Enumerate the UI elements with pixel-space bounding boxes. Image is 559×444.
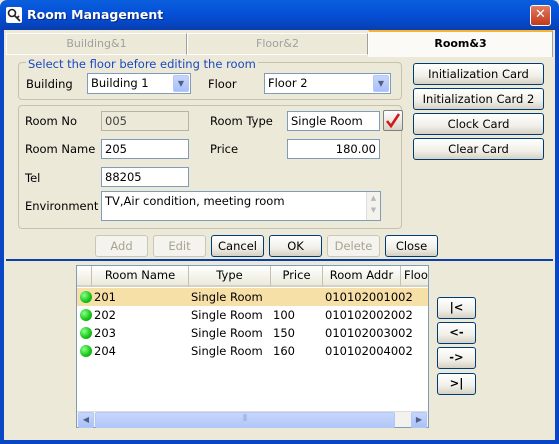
floor-label: Floor <box>208 77 237 91</box>
column-header-price[interactable]: Price <box>271 266 323 287</box>
table-row[interactable]: 204 Single Room 160 010102004002 <box>77 342 428 360</box>
cell-name: 203 <box>94 326 116 340</box>
tab-building[interactable]: Building&1 <box>6 33 187 55</box>
cell-type: Single Room <box>191 344 263 358</box>
floor-group-title: Select the floor before editing the room <box>26 57 258 71</box>
environment-label: Environment <box>25 199 99 213</box>
cell-addr: 010102002002 <box>325 308 413 322</box>
column-header-floor[interactable]: Floo <box>401 266 428 287</box>
column-header-room-addr[interactable]: Room Addr <box>323 266 401 287</box>
tab-floor[interactable]: Floor&2 <box>187 33 368 55</box>
window-frame-left <box>0 30 4 444</box>
window-title: Room Management <box>27 7 164 22</box>
init-card-button[interactable]: Initialization Card <box>413 63 544 85</box>
cell-addr: 010102004002 <box>325 344 413 358</box>
environment-scrollbar[interactable]: ▲ ▼ <box>366 192 380 220</box>
delete-button[interactable]: Delete <box>327 235 380 257</box>
window-frame-bottom <box>0 440 559 444</box>
section-divider <box>6 259 553 261</box>
floor-select[interactable]: Floor 2 ▼ <box>264 73 391 94</box>
ok-button[interactable]: OK <box>269 235 322 257</box>
status-dot-icon <box>80 345 92 357</box>
key-icon <box>6 7 22 23</box>
scroll-thumb[interactable]: ⦀ <box>95 412 395 428</box>
cell-addr: 010102003002 <box>325 326 413 340</box>
tel-field[interactable]: 88205 <box>101 167 189 187</box>
table-row[interactable]: 201 Single Room 010102001002 <box>77 288 428 306</box>
add-button[interactable]: Add <box>95 235 148 257</box>
room-type-picker-button[interactable] <box>383 110 403 131</box>
table-row[interactable]: 202 Single Room 100 010102002002 <box>77 306 428 324</box>
table-header-status <box>77 266 92 287</box>
init-card-2-button[interactable]: Initialization Card 2 <box>413 88 544 110</box>
scroll-left-icon[interactable]: ◀ <box>78 412 94 428</box>
close-button[interactable]: Close <box>385 235 438 257</box>
status-dot-icon <box>80 291 92 303</box>
room-type-field[interactable]: Single Room <box>287 111 380 131</box>
cell-name: 201 <box>94 290 116 304</box>
building-select[interactable]: Building 1 ▼ <box>87 73 191 94</box>
cell-price: 100 <box>273 308 295 322</box>
next-record-button[interactable]: -> <box>437 347 476 369</box>
previous-record-button[interactable]: <- <box>437 322 476 344</box>
building-value: Building 1 <box>91 76 149 90</box>
environment-field[interactable]: TV,Air condition, meeting room ▲ ▼ <box>101 191 381 221</box>
chevron-down-icon[interactable]: ▼ <box>173 75 189 92</box>
cell-type: Single Room <box>191 326 263 340</box>
window-frame-right <box>555 30 559 444</box>
environment-value: TV,Air condition, meeting room <box>105 194 285 208</box>
cell-addr: 010102001002 <box>325 290 413 304</box>
building-label: Building <box>26 77 73 91</box>
clear-card-button[interactable]: Clear Card <box>413 138 544 160</box>
rooms-table[interactable]: Room Name Type Price Room Addr Floo 201 S… <box>76 265 429 428</box>
cell-price: 160 <box>273 344 295 358</box>
column-header-room-name[interactable]: Room Name <box>92 266 189 287</box>
column-header-type[interactable]: Type <box>189 266 271 287</box>
cell-type: Single Room <box>191 308 263 322</box>
first-record-button[interactable]: |< <box>437 297 476 319</box>
status-dot-icon <box>80 309 92 321</box>
checkmark-icon <box>385 113 401 129</box>
cell-name: 202 <box>94 308 116 322</box>
table-row[interactable]: 203 Single Room 150 010102003002 <box>77 324 428 342</box>
cancel-button[interactable]: Cancel <box>211 235 264 257</box>
cell-price: 150 <box>273 326 295 340</box>
cell-price <box>273 288 323 306</box>
floor-value: Floor 2 <box>268 76 308 90</box>
status-dot-icon <box>80 327 92 339</box>
cell-type: Single Room <box>191 290 263 304</box>
room-no-field: 005 <box>101 111 189 131</box>
cell-name: 204 <box>94 344 116 358</box>
room-name-field[interactable]: 205 <box>101 139 189 159</box>
last-record-button[interactable]: >| <box>437 373 476 395</box>
tab-room[interactable]: Room&3 <box>368 30 553 57</box>
room-no-label: Room No <box>25 114 78 128</box>
price-field[interactable]: 180.00 <box>287 139 380 159</box>
room-name-label: Room Name <box>25 142 96 156</box>
tel-label: Tel <box>25 171 41 185</box>
room-type-label: Room Type <box>210 114 273 128</box>
edit-button[interactable]: Edit <box>153 235 206 257</box>
chevron-down-icon[interactable]: ▼ <box>373 75 389 92</box>
price-label: Price <box>210 142 239 156</box>
close-icon: ✕ <box>535 7 546 22</box>
table-horizontal-scrollbar[interactable]: ◀ ⦀ ▶ <box>77 411 428 428</box>
close-window-button[interactable]: ✕ <box>530 5 551 26</box>
scroll-right-icon[interactable]: ▶ <box>411 412 427 428</box>
clock-card-button[interactable]: Clock Card <box>413 113 544 135</box>
